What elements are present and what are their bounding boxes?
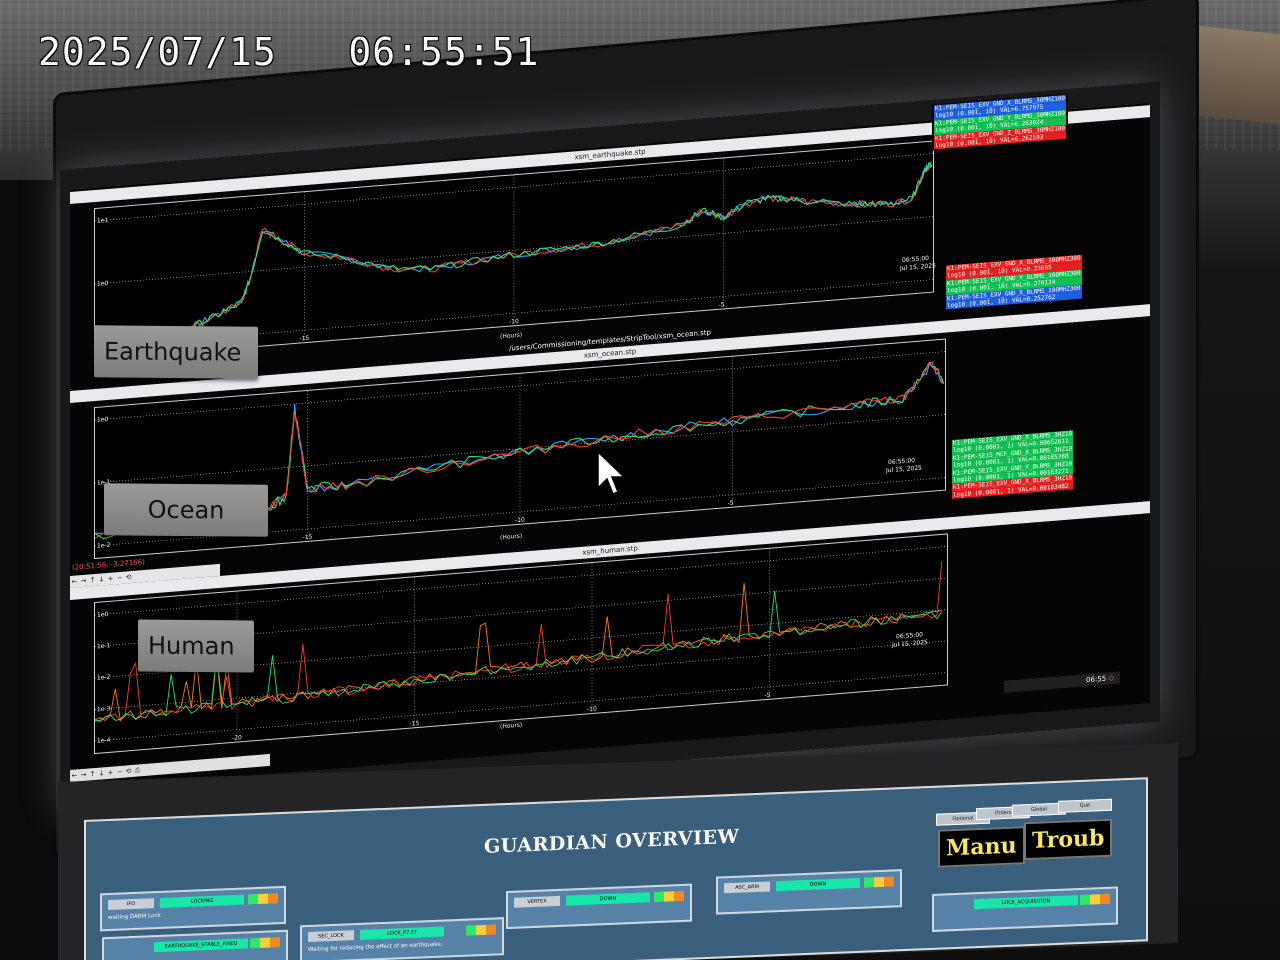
reset-icon[interactable]: ⟲ [124,765,133,778]
print-icon[interactable]: ⎙ [133,764,142,777]
y-tick-label: 1e1 [97,217,108,225]
x-tick-label: -5 [765,692,771,699]
node-state: DOWN [566,892,650,906]
x-tick-label: -10 [587,706,597,714]
nav-down-icon[interactable]: ↓ [97,767,106,780]
zoom-in-icon[interactable]: + [106,766,115,779]
node-state: LOCK_ACQUISITION [974,895,1078,910]
trouble-button[interactable]: Troub [1024,818,1113,861]
earthquake-legend: K1:PEM-SEIS_EXV_GND_X_BLRMS_30MHZ100 log1… [932,93,1069,152]
nav-down-icon[interactable]: ↓ [97,573,106,586]
guardian-node-earthquake-stable[interactable]: EARTHQUAKE_STABLE_FIXED [102,929,288,960]
node-message: Waiting for reducing the effect of an ea… [308,941,443,954]
x-tick-label: -20 [232,734,242,742]
earthquake-xlabel: (Hours) [500,331,523,341]
node-status-bars [466,924,496,936]
manual-button[interactable]: Manu [938,826,1025,868]
grid-line [95,672,947,742]
node-state: EARTHQUAKE_STABLE_FIXED [154,938,248,953]
guardian-node-vertex[interactable]: VERTEX DOWN [506,883,692,930]
node-status-bars [654,890,684,903]
guardian-title: GUARDIAN OVERVIEW [484,825,740,858]
x-tick-label: -5 [728,500,734,507]
top-monitor-screen: xsm_earthquake.stp 1e11e01e-1-15-10-5 K1… [70,93,1150,790]
y-tick-label: 1e-2 [97,674,111,682]
node-name: ASC_ARM [724,881,770,894]
x-tick-label: -15 [303,533,313,541]
y-tick-label: 1e-4 [97,737,111,745]
y-tick-label: 1e0 [97,416,108,424]
ocean-sticky-note: Ocean [104,483,268,537]
node-state: LOCK_P7.5? [360,926,444,940]
y-tick-label: 1e-3 [97,705,111,713]
y-tick-label: 1e0 [97,280,108,288]
zoom-out-icon[interactable]: − [115,766,124,779]
node-status-bars [1080,893,1110,905]
node-message: waiting DARM Lock [108,912,161,922]
node-status-bars [250,937,280,949]
human-legend: K1:PEM-SEIS_EXV_GND_X_BLRMS_3HZ10 log10 (… [950,429,1076,501]
quit-button[interactable]: Quit [1058,798,1112,813]
taskbar-time: 06:55 [1086,674,1107,685]
zoom-in-icon[interactable]: + [106,572,115,585]
node-name: SEC_LOCK [308,930,354,943]
zoom-out-icon[interactable]: − [115,572,124,585]
earthquake-sticky-note: Earthquake [94,325,258,379]
node-name: IFO [108,898,154,911]
x-tick-label: -10 [515,516,525,524]
node-state: LOCKING [160,894,244,908]
guardian-node-asc-arm[interactable]: ASC_ARM DOWN [716,869,902,915]
guardian-node-sec-lock[interactable]: SEC_LOCK LOCK_P7.5? Waiting for reducing… [300,917,504,960]
nav-right-icon[interactable]: → [79,575,88,588]
node-status-bars [248,893,278,905]
nav-left-icon[interactable]: ← [70,575,79,588]
camera-timestamp: 2025/07/15 06:55:51 [38,30,540,74]
node-state: DOWN [776,877,860,892]
nav-up-icon[interactable]: ↑ [88,768,97,781]
y-tick-label: 1e-1 [97,642,111,650]
camera-scene: xsm_earthquake.stp 1e11e01e-1-15-10-5 K1… [0,0,1280,960]
x-tick-label: -15 [410,720,420,728]
taskbar: 06:55 ⏻ [1004,671,1120,693]
node-name: VERTEX [514,895,560,908]
x-tick-label: -5 [719,301,725,308]
human-xlabel: (Hours) [500,721,523,731]
reset-icon[interactable]: ⟲ [124,571,133,584]
nav-left-icon[interactable]: ← [70,769,79,782]
y-tick-label: 1e-2 [97,542,111,550]
nav-right-icon[interactable]: → [79,769,88,782]
human-sticky-note: Human [138,619,254,673]
y-tick-label: 1e0 [97,611,108,619]
mouse-cursor-icon [597,450,626,495]
guardian-node-lock-acquisition[interactable]: LOCK_ACQUISITION [932,886,1118,932]
x-tick-label: -15 [300,335,310,343]
ocean-xlabel: (Hours) [500,532,523,542]
guardian-node-ifo[interactable]: IFO LOCKING waiting DARM Lock [100,885,286,932]
node-status-bars [864,876,894,888]
x-tick-label: -10 [509,318,519,326]
power-icon[interactable]: ⏻ [1108,674,1114,682]
nav-up-icon[interactable]: ↑ [88,574,97,587]
